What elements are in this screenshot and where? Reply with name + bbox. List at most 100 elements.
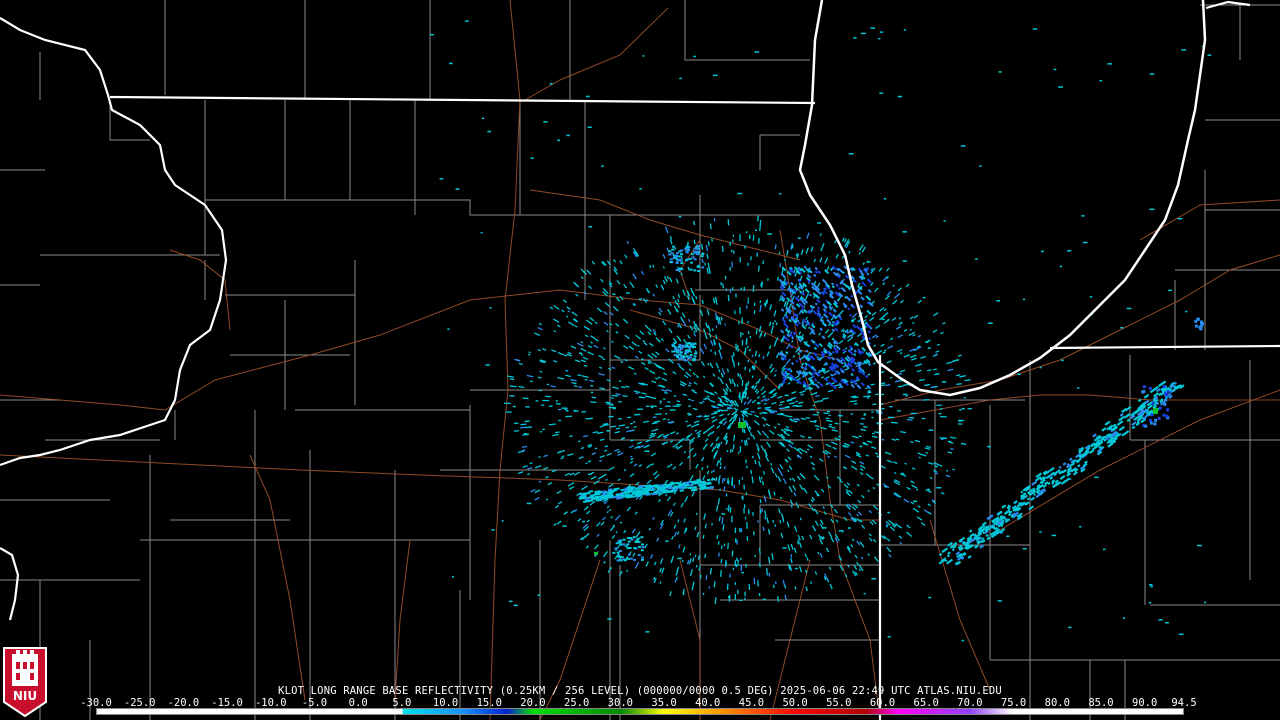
echo-cell (826, 410, 831, 413)
echo-cell (889, 405, 893, 408)
echo-cell (634, 541, 638, 543)
echo-cell (1103, 548, 1106, 551)
echo-cell (863, 592, 866, 595)
echo-cell (734, 594, 736, 600)
echo-cell (847, 527, 851, 529)
echo-cell (1154, 396, 1158, 400)
echo-cell (838, 530, 844, 532)
echo-cell (872, 403, 877, 406)
echo-cell (943, 220, 946, 222)
echo-cell (808, 436, 812, 439)
echo-cell (729, 288, 732, 293)
echo-cell (822, 527, 827, 529)
echo-cell (701, 253, 705, 256)
echo-cell (1158, 406, 1162, 410)
echo-cell (961, 639, 965, 642)
echo-cell (739, 374, 741, 378)
echo-cell (979, 165, 982, 167)
echo-cell (741, 496, 743, 499)
echo-cell (641, 558, 644, 561)
echo-cell (685, 355, 689, 358)
echo-cell (623, 559, 627, 562)
echo-cell (853, 402, 858, 405)
echo-cell (745, 563, 747, 568)
echo-cell (1163, 402, 1167, 406)
echo-cell (679, 77, 682, 80)
echo-cell (680, 344, 684, 347)
echo-cell (936, 487, 942, 489)
echo-cell (512, 405, 516, 408)
echo-cell (566, 134, 570, 137)
echo-cell (665, 413, 668, 415)
echo-cell (659, 400, 662, 402)
echo-cell (687, 248, 691, 251)
echo-cell (1081, 215, 1085, 217)
echo-cell (750, 256, 752, 261)
echo-cell (626, 543, 630, 546)
echo-cell (579, 352, 583, 354)
echo-cell (746, 465, 748, 469)
echo-cell (675, 269, 679, 271)
echo-cell (758, 593, 761, 597)
echo-cell (447, 328, 450, 330)
echo-cell (581, 520, 586, 523)
echo-cell (697, 270, 701, 272)
echo-cell (740, 287, 742, 291)
echo-cell (693, 342, 697, 345)
echo-cell (793, 321, 797, 323)
echo-cell (860, 32, 866, 35)
echo-cell (717, 409, 723, 411)
echo-cell (620, 556, 624, 558)
echo-cell (627, 557, 631, 560)
echo-cell (541, 404, 545, 406)
echo-cell (638, 545, 641, 548)
echo-cell (1154, 418, 1158, 422)
echo-cell (878, 37, 881, 40)
echo-cell (689, 268, 693, 271)
echo-cell (678, 216, 682, 218)
echo-cell (782, 414, 785, 416)
echo-cell (1144, 424, 1148, 428)
echo-cell (1006, 535, 1010, 537)
echo-cell (780, 412, 784, 415)
echo-cell (996, 300, 1000, 302)
echo-cell (1149, 421, 1153, 425)
echo-cell (1142, 390, 1146, 393)
echo-cell (739, 527, 741, 533)
echo-cell (740, 557, 742, 561)
echo-cell (618, 541, 622, 544)
echo-cell (883, 198, 887, 200)
echo-cell (491, 529, 495, 531)
echo-cell (928, 596, 932, 599)
echo-cell (669, 261, 673, 264)
echo-cell (594, 495, 599, 498)
echo-cell (684, 359, 688, 362)
echo-cell (601, 165, 604, 167)
echo-cell (1165, 414, 1169, 418)
echo-cell (668, 250, 672, 253)
echo-cell (729, 241, 731, 246)
echo-cell (1017, 373, 1021, 375)
echo-cell (678, 343, 682, 346)
echo-cell (745, 492, 748, 496)
echo-cell (740, 377, 743, 380)
echo-cell (1040, 250, 1044, 253)
echo-cell (452, 576, 455, 578)
niu-logo[interactable]: NIU (2, 646, 48, 718)
echo-cell (961, 407, 965, 410)
echo-cell (741, 477, 743, 480)
echo-cell (1148, 418, 1152, 422)
echo-cell (1168, 289, 1172, 292)
echo-cell (619, 543, 623, 546)
echo-cell (638, 298, 642, 300)
echo-cell (617, 555, 621, 558)
echo-cell (1181, 49, 1187, 51)
echo-cell (870, 27, 875, 29)
echo-cell (622, 543, 626, 546)
echo-cell (688, 257, 692, 260)
echo-cell (676, 355, 679, 358)
echo-cell (1126, 307, 1132, 310)
echo-cell (629, 557, 633, 560)
echo-cell (639, 188, 642, 190)
echo-cell (689, 354, 693, 356)
